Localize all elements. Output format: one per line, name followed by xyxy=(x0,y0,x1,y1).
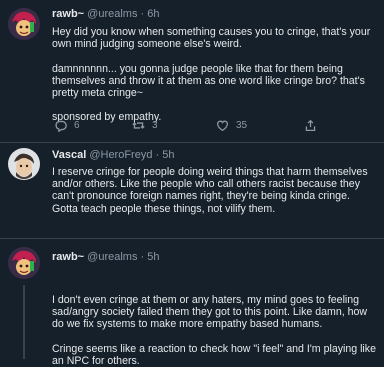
handle[interactable]: @urealms xyxy=(87,251,137,263)
share-button[interactable] xyxy=(304,119,317,132)
tweet-header: rawb~ @urealms · 5h xyxy=(52,251,160,263)
tweet-2[interactable]: Vascal @HeroFreyd · 5h I reserve cringe … xyxy=(0,143,384,239)
tweet-header: rawb~ @urealms · 6h xyxy=(52,8,160,20)
reply-icon xyxy=(55,120,67,132)
thread-line xyxy=(23,285,25,359)
like-count: 35 xyxy=(236,120,248,131)
separator-dot: · xyxy=(140,251,145,263)
share-icon xyxy=(305,119,316,132)
reply-button[interactable]: 6 xyxy=(54,119,80,132)
handle[interactable]: @urealms xyxy=(87,8,137,20)
timestamp[interactable]: 6h xyxy=(147,8,159,20)
display-name[interactable]: rawb~ xyxy=(52,251,84,263)
tweet-3[interactable]: rawb~ @urealms · 5h I don't even cringe … xyxy=(0,239,384,367)
reply-count: 6 xyxy=(74,120,80,131)
retweet-icon xyxy=(132,122,145,129)
tweet-text: I reserve cringe for people doing weird … xyxy=(52,166,371,215)
display-name[interactable]: Vascal xyxy=(52,149,86,161)
separator-dot: · xyxy=(155,149,160,161)
handle[interactable]: @HeroFreyd xyxy=(89,149,152,161)
tweet-text: I don't even cringe at them or any hater… xyxy=(52,294,376,367)
timestamp[interactable]: 5h xyxy=(147,251,159,263)
retweet-button[interactable]: 3 xyxy=(132,119,158,132)
avatar-rawb[interactable] xyxy=(8,247,40,279)
avatar-rawb[interactable] xyxy=(8,8,40,40)
tweet-text: Hey did you know when something causes y… xyxy=(52,26,371,124)
separator-dot: · xyxy=(140,8,145,20)
timestamp[interactable]: 5h xyxy=(162,149,174,161)
heart-icon xyxy=(216,120,229,132)
like-button[interactable]: 35 xyxy=(216,119,247,132)
display-name[interactable]: rawb~ xyxy=(52,8,84,20)
tweet-1[interactable]: rawb~ @urealms · 6h Hey did you know whe… xyxy=(0,0,384,143)
tweet-header: Vascal @HeroFreyd · 5h xyxy=(52,149,175,161)
retweet-count: 3 xyxy=(152,120,158,131)
avatar-vascal[interactable] xyxy=(8,148,40,180)
